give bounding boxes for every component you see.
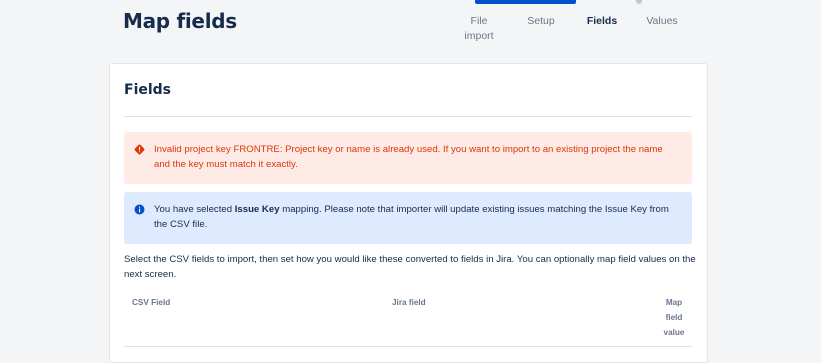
progress-dot [636, 0, 642, 4]
step-file-import[interactable]: File import [459, 14, 499, 44]
step-label: Fields [586, 15, 618, 27]
fields-card: Fields Invalid project key FRONTRE: Proj… [109, 63, 708, 363]
info-alert: You have selected Issue Key mapping. Ple… [124, 192, 692, 244]
error-icon [134, 144, 145, 155]
table-header-divider [124, 346, 692, 347]
description-text: Select the CSV fields to import, then se… [124, 254, 696, 280]
error-alert-text: Invalid project key FRONTRE: Project key… [154, 144, 663, 170]
column-header-jira-field: Jira field [392, 298, 426, 307]
info-alert-text-bold: Issue Key [234, 204, 280, 215]
step-label-line2: import [464, 30, 494, 42]
step-label: File [470, 15, 488, 27]
error-alert: Invalid project key FRONTRE: Project key… [124, 132, 692, 184]
step-label: Values [646, 15, 678, 27]
column-header-csv-field: CSV Field [132, 298, 171, 307]
progress-bar [475, 0, 576, 4]
step-setup[interactable]: Setup [521, 14, 561, 29]
divider [124, 116, 692, 117]
info-alert-text-before: You have selected [154, 204, 235, 215]
wizard-steps: File import Setup Fields Values [0, 14, 821, 54]
step-values[interactable]: Values [642, 14, 682, 29]
step-label: Setup [527, 15, 555, 27]
card-title: Fields [124, 82, 172, 98]
column-header-map-field-value: Map field value [663, 298, 685, 337]
info-icon [134, 204, 145, 215]
step-fields[interactable]: Fields [582, 14, 622, 29]
